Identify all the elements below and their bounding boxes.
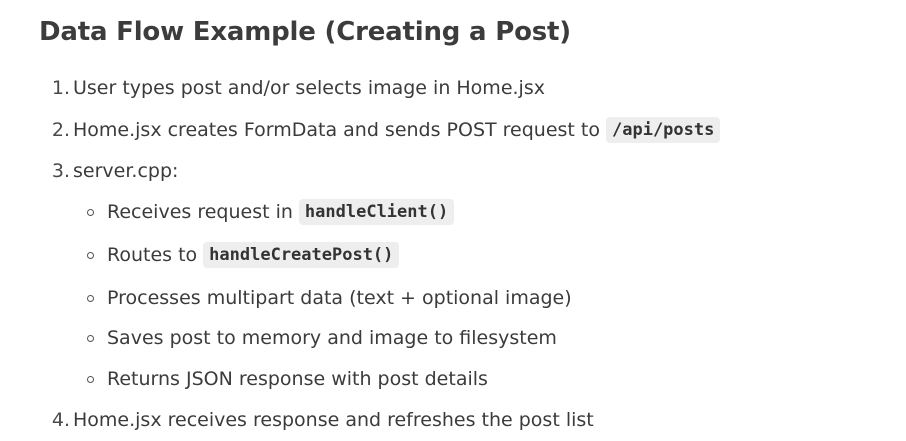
sub-list-item: Returns JSON response with post details [87,365,787,393]
bullet-circle-icon [87,335,94,342]
list-item-step-3: 3. server.cpp: [40,157,440,185]
sub-list-item-text: Returns JSON response with post details [107,368,488,390]
list-item-text: User types post and/or selects image in … [73,77,545,99]
sub-list-item-text: Receives request in [107,201,293,223]
bullet-circle-icon [87,252,94,259]
sub-list-item: Processes multipart data (text + optiona… [87,284,787,312]
sub-list-item: Saves post to memory and image to filesy… [87,324,787,352]
sub-list-item-text: Saves post to memory and image to filesy… [107,327,557,349]
bullet-circle-icon [87,209,94,216]
list-number: 4. [51,409,70,431]
sub-list-item-text: Processes multipart data (text + optiona… [107,287,572,309]
inline-code: handleCreatePost() [203,242,400,268]
list-item-step-1: 1. User types post and/or selects image … [40,74,740,102]
list-item-text: Home.jsx creates FormData and sends POST… [73,119,600,141]
list-item-step-4: 4. Home.jsx receives response and refres… [40,406,800,434]
list-item-text: Home.jsx receives response and refreshes… [73,409,594,431]
document-body: Data Flow Example (Creating a Post) 1. U… [0,0,906,441]
sub-list-item: Routes to handleCreatePost() [87,241,687,269]
list-number: 2. [51,119,70,141]
list-item-step-2: 2. Home.jsx creates FormData and sends P… [40,116,800,144]
inline-code: /api/posts [606,117,721,143]
inline-code: handleClient() [298,199,455,225]
sub-list-item: Receives request in handleClient() [87,198,687,226]
sub-list-item-text: Routes to [107,244,198,266]
bullet-circle-icon [87,376,94,383]
list-item-text: server.cpp: [73,160,179,182]
section-heading: Data Flow Example (Creating a Post) [39,17,571,47]
list-number: 3. [51,160,70,182]
list-number: 1. [51,77,70,99]
bullet-circle-icon [87,295,94,302]
